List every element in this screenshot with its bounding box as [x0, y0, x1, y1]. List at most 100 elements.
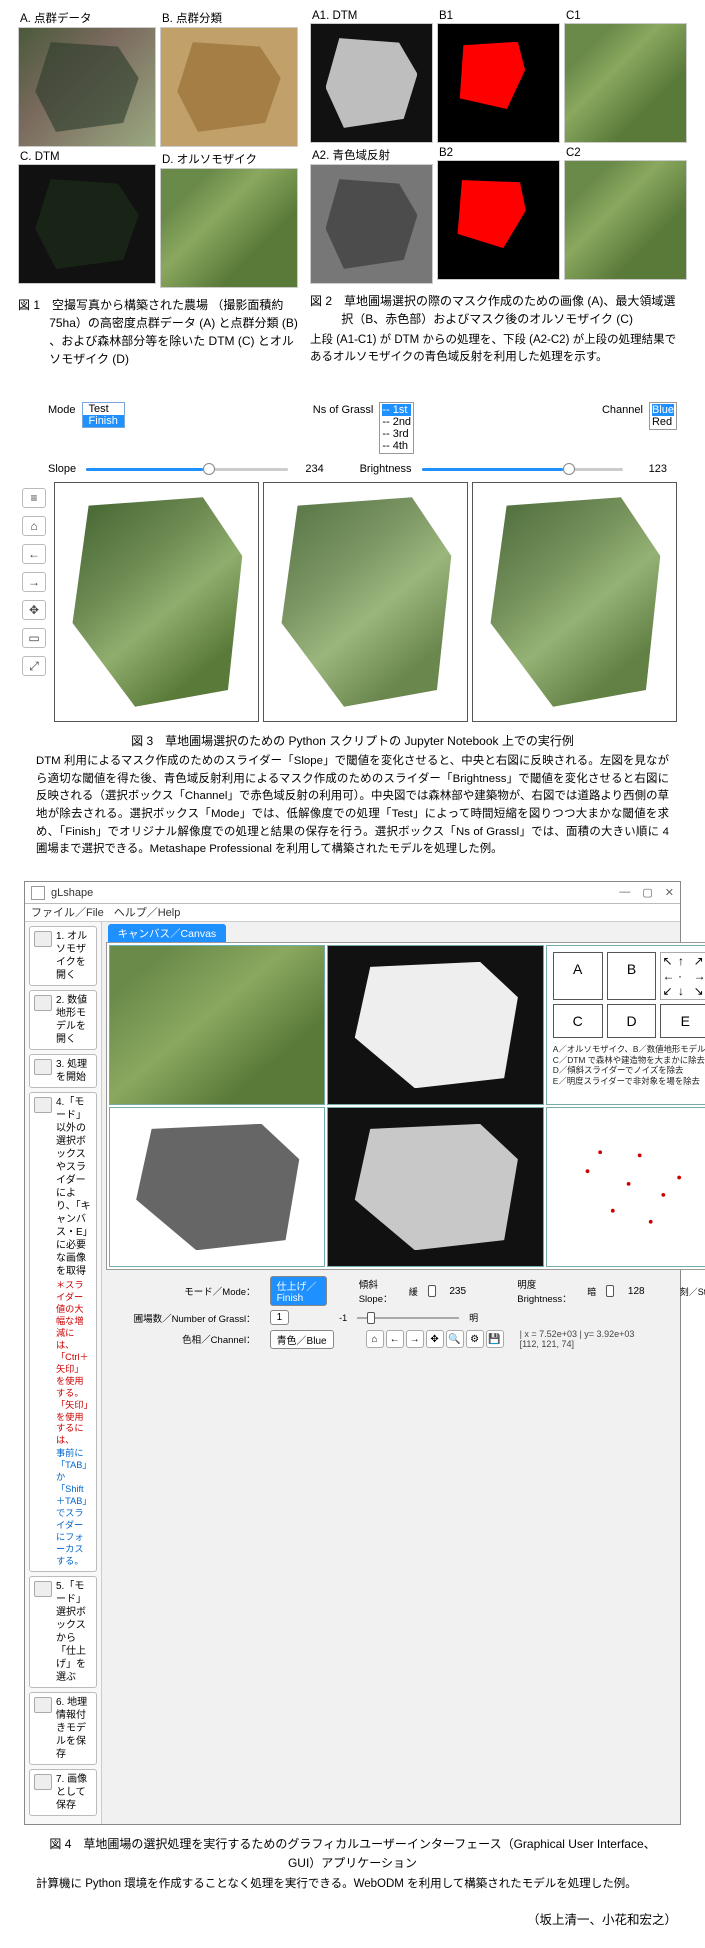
step-5[interactable]: 5.「モード」選択ボックスから「仕上げ」を選ぶ	[29, 1576, 97, 1688]
mode-option-finish[interactable]: Finish	[83, 415, 124, 427]
mini-zoom-icon[interactable]: 🔍	[446, 1330, 464, 1348]
window-min-icon[interactable]: —	[619, 886, 630, 899]
mini-save-icon[interactable]: 💾	[486, 1330, 504, 1348]
step-5-label: 5.「モード」選択ボックスから「仕上げ」を選ぶ	[56, 1581, 86, 1683]
fig2-panel-A1: A1. DTM	[310, 8, 433, 143]
step-6[interactable]: 6. 地理情報付きモデルを保存	[29, 1692, 97, 1765]
channel-option-red[interactable]: Red	[652, 416, 674, 428]
channel-option-blue[interactable]: Blue	[652, 404, 674, 416]
tb-zoom-icon[interactable]: ▭	[22, 628, 46, 648]
step-3-label: 3. 処理を開始	[56, 1059, 87, 1083]
ns-option-1[interactable]: -- 1st	[382, 404, 411, 416]
nav-e-icon[interactable]: →	[694, 969, 705, 983]
window-close-icon[interactable]: ✕	[665, 886, 674, 899]
nav-sw-icon[interactable]: ↙	[662, 984, 677, 998]
brightness-slider[interactable]	[422, 462, 623, 476]
ns-select-gui[interactable]: 1	[270, 1310, 290, 1325]
mini-home-icon[interactable]: ⌂	[366, 1330, 384, 1348]
step-3[interactable]: 3. 処理を開始	[29, 1054, 97, 1088]
canvas-E[interactable]	[546, 1107, 705, 1267]
step-4-note-blue: 事前に「TAB」か「Shift＋TAB」でスライダーにフォーカスする。	[56, 1448, 92, 1568]
tb-home-icon[interactable]: ⌂	[22, 516, 46, 536]
step-1-label: 1. オルソモザイクを開く	[56, 931, 87, 981]
mini-fwd-icon[interactable]: →	[406, 1330, 424, 1348]
mini-config-icon[interactable]: ⚙	[466, 1330, 484, 1348]
step-6-label: 6. 地理情報付きモデルを保存	[56, 1697, 87, 1760]
slope-label: Slope	[48, 463, 76, 475]
btn-B[interactable]: B	[607, 952, 657, 1000]
fig3-caption-body: DTM 利用によるマスク作成のためのスライダー「Slope」で閾値を変化させると…	[36, 753, 669, 859]
ns-option-2[interactable]: -- 2nd	[382, 416, 411, 428]
ns-option-3[interactable]: -- 3rd	[382, 428, 411, 440]
fig1-label-A: A. 点群データ	[20, 10, 156, 26]
mode-label: Mode	[48, 402, 76, 416]
tb-forward-icon[interactable]: →	[22, 572, 46, 592]
channel-select[interactable]: Blue Red	[649, 402, 677, 430]
step-4-label: 4.「モード」以外の選択ボックスやスライダーにより、「キャンバス・E」に必要な画…	[56, 1097, 91, 1277]
slope-value: 234	[298, 463, 332, 475]
tb-back-icon[interactable]: ←	[22, 544, 46, 564]
btn-E[interactable]: E	[660, 1004, 705, 1038]
jupyter-panel-right[interactable]	[472, 482, 677, 722]
canvas-B-dtm[interactable]	[327, 945, 544, 1105]
jupyter-panel-left[interactable]	[54, 482, 259, 722]
button-legend: A／オルソモザイク、B／数値地形モデル C／DTM で森林や建造物を大まかに除去…	[553, 1044, 705, 1086]
ns-select[interactable]: -- 1st -- 2nd -- 3rd -- 4th	[379, 402, 414, 454]
bottom-controls: モード／Mode： 仕上げ／Finish 傾斜 Slope： 緩 235 明度 …	[102, 1270, 705, 1359]
fig1-caption: 図 1 空撮写真から構築された農場 （撮影面積約 75ha）の高密度点群データ …	[18, 296, 298, 368]
figure-2: A1. DTM B1 C1 A2. 青色域反射 B2	[310, 8, 687, 368]
menu-help[interactable]: ヘルプ／Help	[114, 904, 181, 921]
readout-xy: | x = 7.52e+03 | y= 3.92e+03	[520, 1329, 635, 1339]
menu-file[interactable]: ファイル／File	[31, 904, 104, 921]
fig4-caption-body: 計算機に Python 環境を作成することなく処理を実行できる。WebODM を…	[36, 1875, 669, 1891]
nav-n-icon[interactable]: ↑	[678, 954, 693, 968]
canvas-A-ortho[interactable]	[109, 945, 326, 1105]
step-2[interactable]: 2. 数値地形モデルを開く	[29, 990, 97, 1050]
btn-C[interactable]: C	[553, 1004, 603, 1038]
mode-option-test[interactable]: Test	[83, 403, 124, 415]
nav-w-icon[interactable]: ←	[662, 969, 677, 983]
tb-expand-icon[interactable]: ⤢	[22, 656, 46, 676]
fig2-image-B1	[437, 23, 560, 143]
btn-D[interactable]: D	[607, 1004, 657, 1038]
readout-rgb: [112, 121, 74]	[520, 1339, 635, 1349]
ns-option-4[interactable]: -- 4th	[382, 440, 411, 452]
window-title: gLshape	[51, 887, 93, 899]
fig1-panel-B: B. 点群分類	[160, 8, 298, 147]
titlebar: gLshape — ▢ ✕	[25, 882, 680, 904]
channel-select-gui[interactable]: 青色／Blue	[270, 1330, 334, 1349]
nav-ne-icon[interactable]: ↗	[694, 954, 705, 968]
nav-s-icon[interactable]: ↓	[678, 984, 693, 998]
mini-back-icon[interactable]: ←	[386, 1330, 404, 1348]
fig1-image-D	[160, 168, 298, 288]
canvas-tab[interactable]: キャンバス／Canvas	[108, 924, 227, 942]
slope-slider[interactable]	[86, 462, 287, 476]
brightness-range-left: 暗	[587, 1285, 596, 1298]
scatter-icon	[547, 1108, 705, 1266]
nav-se-icon[interactable]: ↘	[694, 984, 705, 998]
canvas-C[interactable]	[109, 1107, 326, 1267]
fig1-panel-A: A. 点群データ	[18, 8, 156, 147]
mini-pan-icon[interactable]: ✥	[426, 1330, 444, 1348]
mode-select-gui[interactable]: 仕上げ／Finish	[270, 1276, 327, 1306]
jupyter-panel-mid[interactable]	[263, 482, 468, 722]
canvas-D[interactable]	[327, 1107, 544, 1267]
fig2-label-B2: B2	[439, 147, 560, 159]
btn-A[interactable]: A	[553, 952, 603, 1000]
ns-slider-gui[interactable]	[357, 1312, 459, 1324]
step-4[interactable]: 4.「モード」以外の選択ボックスやスライダーにより、「キャンバス・E」に必要な画…	[29, 1092, 97, 1572]
tb-pan-icon[interactable]: ✥	[22, 600, 46, 620]
mode-label-gui: モード／Mode：	[110, 1284, 260, 1298]
fig2-label-C2: C2	[566, 147, 687, 159]
window-max-icon[interactable]: ▢	[642, 886, 652, 899]
tb-menu-icon[interactable]: ≡	[22, 488, 46, 508]
nav-nw-icon[interactable]: ↖	[662, 954, 677, 968]
step-1[interactable]: 1. オルソモザイクを開く	[29, 926, 97, 986]
fig2-image-C1	[564, 23, 687, 143]
mode-select[interactable]: Test Finish	[82, 402, 125, 428]
ns-label-gui: 圃場数／Number of Grassl：	[110, 1311, 260, 1325]
step-7[interactable]: 7. 画像として保存	[29, 1769, 97, 1816]
fig2-panel-C2: C2	[564, 145, 687, 284]
nav-center-icon[interactable]: ·	[678, 969, 693, 983]
step-7-label: 7. 画像として保存	[56, 1774, 87, 1811]
